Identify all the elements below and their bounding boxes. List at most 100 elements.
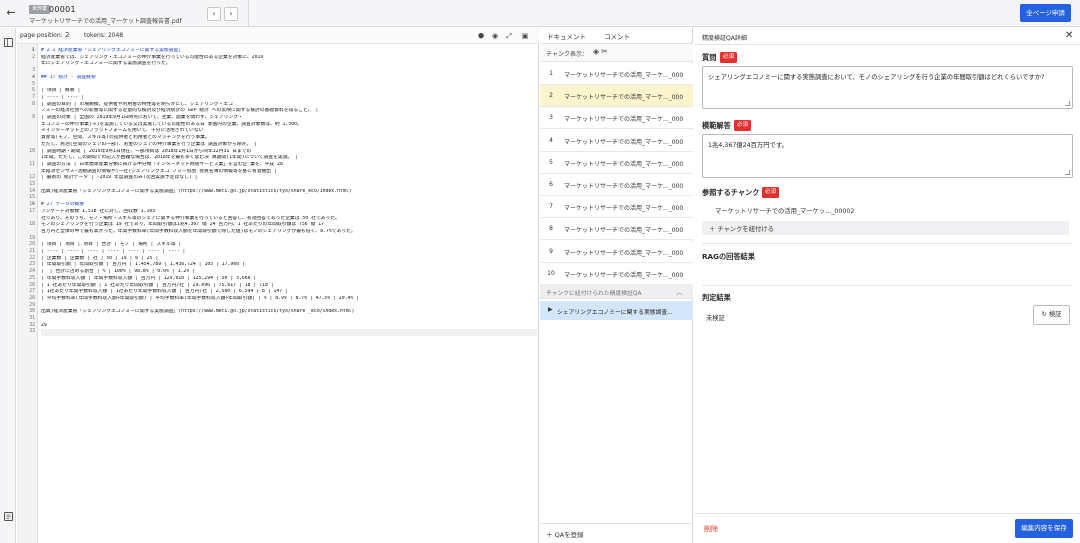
verify-button[interactable]: ↻ 検証	[1033, 305, 1070, 325]
code-line[interactable]	[41, 316, 537, 323]
chunk-number: 2	[549, 92, 553, 100]
code-line[interactable]: アンケート対象数 1,518 社に対し、回収数 1,103	[41, 209, 537, 216]
resize-grip-icon[interactable]	[1065, 170, 1070, 175]
code-line[interactable]: ただし、民泊(空間のシェアの一部)、お金のシェアの仲介事業を行う企業は 調査対象…	[41, 142, 537, 149]
code-line[interactable]: ノミーの経済社会への影響等に関する定量的な検討及び経済統計の GDP 統計 への…	[41, 108, 537, 115]
chunk-item[interactable]: 9 マーケットリサーチでの活用_マーケ..._000	[540, 240, 693, 263]
chunk-number: 3	[549, 114, 553, 122]
back-arrow-icon[interactable]: ←	[4, 6, 18, 20]
line-number: 3	[32, 68, 35, 74]
fold-caret-icon[interactable]: ▾	[32, 202, 34, 209]
save-edits-button[interactable]: 編集内容を保存	[1015, 519, 1073, 538]
toggle-sidebar-icon[interactable]	[4, 38, 13, 47]
code-line[interactable]: エコノミーの仲介事業(※)を実施している又は実施している可能性のある日 本国内の…	[41, 122, 537, 129]
code-line[interactable]: 社であり、そのうち、モノ・場所・スキル等のシェアに関する仲介事業を行っていると回…	[41, 216, 537, 223]
code-text-area[interactable]: # 2.1 経済産業省「シェアリングエコノミーに関する実態調査」 経済産業省では、…	[38, 44, 539, 543]
apply-all-pages-button[interactable]: 全ページ申請	[1020, 4, 1071, 22]
line-number: 30	[29, 309, 35, 315]
code-line[interactable]: モノのシェアリングを行う企業は 19 社であり、年間取引額は1兆4,367 億 …	[41, 222, 537, 229]
code-line[interactable]: | ---- | ---- |	[41, 95, 537, 102]
reference-chunk-required-badge: 必須	[762, 187, 780, 198]
model-answer-field[interactable]: 1兆4,367億24百万円です。	[702, 134, 1073, 178]
code-line[interactable]: | 調査時期・期間 | 2019年9月1日現在、一部項目は 2018年1月1日か…	[41, 149, 537, 156]
register-qa-button[interactable]: ＋ QAを登録	[546, 529, 584, 539]
chunk-item[interactable]: 8 マーケットリサーチでの活用_マーケ..._000	[540, 218, 693, 241]
qa-detail-title: 精度検証QA詳細	[702, 35, 747, 42]
code-line[interactable]: # 2) データの概要	[41, 202, 537, 209]
link-chunk-button[interactable]: ＋ チャンクを紐付ける	[702, 221, 1069, 235]
code-line[interactable]: | 企業数 | 企業数 | 社 | 50 | 19 | 6 | 25 |	[41, 256, 537, 263]
code-line[interactable]: | 1 社あたり年間取引額 | 1 社あたり年間取引額 | 百万円/社 | 29…	[41, 283, 537, 290]
code-line[interactable]	[41, 82, 537, 89]
code-line[interactable]	[41, 68, 537, 75]
code-line[interactable]	[41, 236, 537, 243]
chunk-number: 4	[549, 136, 553, 144]
tab-document[interactable]: ドキュメント	[547, 31, 586, 41]
chunk-item[interactable]: 5 マーケットリサーチでの活用_マーケ..._000	[540, 151, 693, 174]
reference-chunk-value[interactable]: マーケットリサーチでの活用_マーケッ..._00002	[715, 206, 854, 215]
delete-button[interactable]: 削除	[704, 524, 718, 534]
layers-icon[interactable]: ◈	[593, 47, 599, 56]
code-line[interactable]	[41, 329, 537, 337]
chunk-item[interactable]: 7 マーケットリサーチでの活用_マーケ..._000	[540, 196, 693, 219]
chunk-view-toggle[interactable]: ◈ ✂	[593, 47, 608, 56]
code-line[interactable]: 資産等(モノ、空間、スキル等)の提供者と利用者とのマッチングを行う事業。	[41, 135, 537, 142]
document-icon[interactable]	[4, 512, 13, 521]
close-icon[interactable]: ✕	[1065, 30, 1073, 41]
code-line[interactable]: | 年間取引額 | 年間取引額 | 百万円 | 1,454,789 | 1,43…	[41, 262, 537, 269]
code-line[interactable]: 年にシェアリング・エコノミーに関する実態調査を行った。	[41, 61, 537, 68]
line-number: 12	[29, 175, 35, 181]
chunk-item[interactable]: 2 マーケットリサーチでの活用_マーケ..._000	[540, 85, 693, 108]
code-line[interactable]: 経済産業省では、シェアリング・エコノミーの仲介事業を行っている可能性のある企業を…	[41, 55, 537, 62]
eye-icon[interactable]: ◉	[491, 32, 499, 40]
code-line[interactable]: | 年間手数料収入額 | 年間手数料収入額 | 百万円 | 129,010 | …	[41, 276, 537, 283]
chevron-up-icon[interactable]: ︿	[676, 287, 683, 297]
chunk-item[interactable]: 3 マーケットリサーチでの活用_マーケ..._000	[540, 107, 693, 130]
chevron-right-icon: ›	[229, 9, 233, 18]
code-line[interactable]: 出典)経済産業省「シェアリングエコノミーに関する実態調査」(https://ww…	[41, 189, 537, 196]
code-line[interactable]: ※インターネット上のプラットフォームを用いて、十分に活用されていない	[41, 128, 537, 135]
cut-icon[interactable]: ✂	[601, 47, 608, 56]
code-line[interactable]	[41, 303, 537, 310]
code-line[interactable]: | ---- | ---- | ---- | ---- | ---- | ---…	[41, 249, 537, 256]
chunk-panel: ドキュメント コメント チャンク表示： ◈ ✂ 1 マーケットリサーチでの活用_マー…	[540, 28, 693, 543]
code-line[interactable]: | 1社あたり年間手数料収入額 | 1社あたり年間手数料収入額 | 百万円/社 …	[41, 289, 537, 296]
expand-icon[interactable]: ⤢	[505, 32, 513, 40]
markdown-editor: page position: 2 tokens: 2048 ⬢ ◉ ⤢ ▣ 1 ▾…	[17, 28, 539, 543]
linked-qa-item[interactable]: ▶ シェアリングエコノミーに関する実態調査...	[540, 301, 693, 320]
code-line[interactable]: 出典)経済産業省「シェアリングエコノミーに関する実態調査」(https://ww…	[41, 309, 537, 316]
tag-icon[interactable]: ⬢	[477, 32, 485, 40]
code-line[interactable]: | | 合計に占める割合 | % | 100% | 98.8% | 0.0% |…	[41, 269, 537, 276]
resize-grip-icon[interactable]	[1065, 101, 1070, 106]
code-line[interactable]: # 2.1 経済産業省「シェアリングエコノミーに関する実態調査」	[41, 48, 537, 55]
page-position-value[interactable]: 2	[65, 31, 69, 39]
code-line[interactable]: 29	[41, 323, 537, 330]
code-line[interactable]: ## 1) 統計 - 調査概要	[41, 75, 537, 82]
prev-page-button[interactable]: ‹	[207, 7, 221, 21]
code-line[interactable]: 1年間。ただし、この期間での記入が困難な場合は、2018年を最も多く含む決 算期…	[41, 155, 537, 162]
code-line[interactable]: | 項目 | 概要 |	[41, 88, 537, 95]
next-page-button[interactable]: ›	[224, 7, 238, 21]
chunk-display-bar: チャンク表示： ◈ ✂	[540, 44, 693, 62]
code-line[interactable]: | 平均手数料率(年間手数料収入額÷年間取引額) | 平均手数料率(年間手数料収…	[41, 296, 537, 303]
code-line[interactable]: | 調査の目的 | 市場規模、提供者や利用者の特性等を明らかにし、シェアリング・…	[41, 102, 537, 109]
linked-qa-section-header[interactable]: チャンクに紐付けられた精度検証QA ︿	[540, 284, 693, 299]
code-line[interactable]: | 項目 | 項目 | 項目 | 合計 | モノ | 場所 | スキル等 |	[41, 242, 537, 249]
header-divider	[248, 0, 249, 27]
code-line[interactable]: 年経済センサス―活動調査の情報や(一社)シェアリングエコ ノミー協会 会員名簿の…	[41, 169, 537, 176]
question-field[interactable]: シェアリングエコノミーに関する実態調査において、モノのシェアリングを行う企業の年…	[702, 66, 1073, 109]
chunk-item[interactable]: 6 マーケットリサーチでの活用_マーケ..._000	[540, 174, 693, 196]
code-line[interactable]: | 最新の 統計データ | -2019 年度調査のみ(次回実施予定はなし) |	[41, 175, 537, 182]
code-line[interactable]	[41, 182, 537, 189]
code-line[interactable]	[41, 195, 537, 202]
save-icon[interactable]: ▣	[521, 32, 529, 40]
chunk-item[interactable]: 1 マーケットリサーチでの活用_マーケ..._000	[540, 63, 693, 85]
code-line[interactable]: | 調査の対象 | 全国の 2019年9月1日時点において、主業、副業を問わず、…	[41, 115, 537, 122]
chunk-item[interactable]: 10 マーケットリサーチでの活用_マーケ..._000	[540, 262, 693, 285]
chunk-item[interactable]: 4 マーケットリサーチでの活用_マーケ..._000	[540, 129, 693, 152]
tab-comment[interactable]: コメント	[604, 31, 630, 41]
fold-caret-icon[interactable]: ▾	[32, 75, 34, 82]
fold-caret-icon[interactable]: ▾	[32, 48, 34, 55]
code-line[interactable]: | 調査の方法 | 日本標準産業分類に掲げる中分類「インターネット附随サービス業…	[41, 162, 537, 169]
code-line[interactable]: 百万円と全体の中で最も高かった。年間手数料率(年間手数料収入額を年間取引額で除し…	[41, 229, 537, 236]
